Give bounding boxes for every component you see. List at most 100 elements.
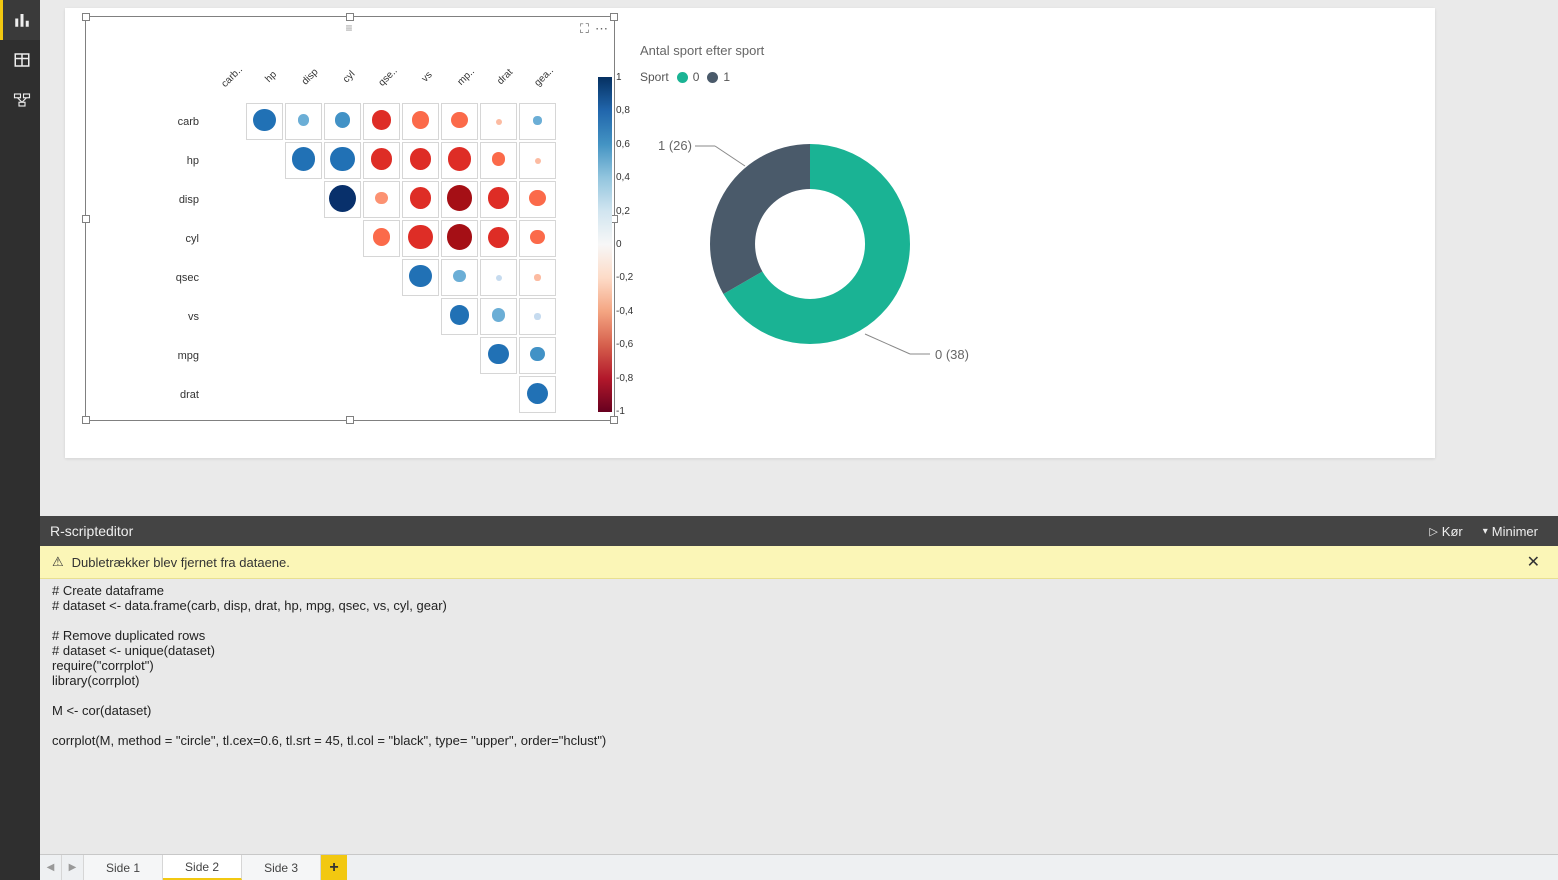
report-page[interactable]: ≡ ⛶ ⋯ carb..hpdispcylqse..vsmp..dratgea.… <box>65 8 1435 458</box>
run-script-button[interactable]: ▷ Kør <box>1419 524 1472 539</box>
colorbar-tick: 0,4 <box>616 172 633 183</box>
colorbar <box>598 77 612 412</box>
corrplot-cell <box>373 228 391 246</box>
report-view-nav[interactable] <box>0 0 40 40</box>
corrplot-cell <box>533 116 541 124</box>
r-visual-corrplot[interactable]: ≡ ⛶ ⋯ carb..hpdispcylqse..vsmp..dratgea.… <box>85 16 615 421</box>
minimize-label: Minimer <box>1492 524 1538 539</box>
corrplot-col-label: mp.. <box>449 60 483 94</box>
donut-legend: Sport 0 1 <box>640 70 1000 84</box>
corrplot-cell <box>492 308 505 321</box>
corrplot-cell <box>530 347 544 361</box>
warning-text: Dubletrækker blev fjernet fra dataene. <box>72 555 290 570</box>
corrplot-cell <box>298 114 310 126</box>
corrplot-cell <box>488 344 508 364</box>
corrplot-col-label: cyl <box>332 60 366 94</box>
corrplot-cell <box>375 192 388 205</box>
corrplot-chart: carb..hpdispcylqse..vsmp..dratgea..carbh… <box>166 62 558 415</box>
corrplot-row-label: hp <box>168 142 205 179</box>
corrplot-cell <box>492 152 506 166</box>
page-tab[interactable]: Side 3 <box>242 855 321 880</box>
resize-handle[interactable] <box>610 416 618 424</box>
corrplot-cell <box>371 148 392 169</box>
drag-grip-icon[interactable]: ≡ <box>345 21 354 35</box>
navigation-rail <box>0 0 40 880</box>
r-code-editor[interactable]: # Create dataframe # dataset <- data.fra… <box>40 579 1558 854</box>
add-page-button[interactable]: + <box>321 855 347 880</box>
corrplot-col-label: disp <box>293 60 327 94</box>
corrplot-cell <box>534 274 540 280</box>
corrplot-grid: carb..hpdispcylqse..vsmp..dratgea..carbh… <box>166 62 558 415</box>
colorbar-tick: -0,8 <box>616 373 633 384</box>
close-warning-button[interactable]: ✕ <box>1521 552 1546 572</box>
corrplot-cell <box>330 147 355 172</box>
corrplot-row-label: disp <box>168 181 205 218</box>
corrplot-cell <box>530 230 545 245</box>
resize-handle[interactable] <box>82 215 90 223</box>
tab-scroll-left-button[interactable]: ◀ <box>40 855 62 880</box>
colorbar-ticks: 10,80,60,40,20-0,2-0,4-0,6-0,8-1 <box>616 72 633 417</box>
donut-chart-visual[interactable]: Antal sport efter sport Sport 0 1 <box>640 43 1000 394</box>
warning-bar: ⚠ Dubletrækker blev fjernet fra dataene.… <box>40 546 1558 579</box>
resize-handle[interactable] <box>82 13 90 21</box>
focus-mode-icon[interactable]: ⛶ <box>580 21 589 37</box>
corrplot-cell <box>496 275 502 281</box>
donut-data-label-0: 0 (38) <box>935 347 969 362</box>
colorbar-tick: -0,6 <box>616 339 633 350</box>
colorbar-tick: -0,4 <box>616 306 633 317</box>
r-script-editor-header: R-scripteditor ▷ Kør ▾ Minimer <box>40 516 1558 546</box>
corrplot-row-label: vs <box>168 298 205 335</box>
resize-handle[interactable] <box>346 416 354 424</box>
corrplot-cell <box>488 187 509 208</box>
corrplot-row-label: drat <box>168 376 205 413</box>
minimize-editor-button[interactable]: ▾ Minimer <box>1473 524 1548 539</box>
legend-dot-icon <box>677 72 688 83</box>
data-view-nav[interactable] <box>0 40 40 80</box>
page-tab-strip: ◀ ▶ Side 1Side 2Side 3 + <box>40 854 1558 880</box>
warning-icon: ⚠ <box>52 554 64 570</box>
corrplot-cell <box>529 190 546 207</box>
run-label: Kør <box>1442 524 1463 539</box>
model-icon <box>13 91 31 109</box>
colorbar-tick: 1 <box>616 72 633 83</box>
corrplot-cell <box>292 147 316 171</box>
model-view-nav[interactable] <box>0 80 40 120</box>
donut-plot-area: 1 (26) 0 (38) <box>640 104 1000 394</box>
corrplot-cell <box>335 112 351 128</box>
corrplot-cell <box>447 224 473 250</box>
corrplot-cell <box>410 148 432 170</box>
legend-item-1[interactable]: 1 <box>707 70 730 84</box>
resize-handle[interactable] <box>346 13 354 21</box>
corrplot-col-label: qse.. <box>371 60 405 94</box>
main-area: ≡ ⛶ ⋯ carb..hpdispcylqse..vsmp..dratgea.… <box>40 0 1558 880</box>
bar-chart-icon <box>13 11 31 29</box>
corrplot-cell <box>253 109 276 132</box>
corrplot-col-label: gea.. <box>527 60 561 94</box>
tab-scroll-right-button[interactable]: ▶ <box>62 855 84 880</box>
legend-item-label: 0 <box>693 70 700 84</box>
colorbar-tick: -1 <box>616 406 633 417</box>
corrplot-cell <box>450 305 470 325</box>
donut-slice-1[interactable] <box>710 144 810 294</box>
resize-handle[interactable] <box>82 416 90 424</box>
corrplot-cell <box>447 185 473 211</box>
more-options-icon[interactable]: ⋯ <box>595 21 608 37</box>
corrplot-cell <box>448 147 471 170</box>
corrplot-cell <box>535 158 541 164</box>
legend-item-0[interactable]: 0 <box>677 70 700 84</box>
editor-title: R-scripteditor <box>50 523 133 539</box>
corrplot-cell <box>534 313 540 319</box>
colorbar-tick: 0,6 <box>616 139 633 150</box>
play-icon: ▷ <box>1429 525 1437 538</box>
page-tab[interactable]: Side 2 <box>163 855 242 880</box>
corrplot-row-label: qsec <box>168 259 205 296</box>
corrplot-cell <box>451 112 468 129</box>
corrplot-col-label: vs <box>410 60 444 94</box>
donut-data-label-1: 1 (26) <box>658 138 692 153</box>
corrplot-cell <box>527 383 548 404</box>
corrplot-cell <box>409 265 431 287</box>
colorbar-tick: 0 <box>616 239 633 250</box>
page-tab[interactable]: Side 1 <box>84 855 163 880</box>
chevron-down-icon: ▾ <box>1483 526 1488 537</box>
resize-handle[interactable] <box>610 13 618 21</box>
